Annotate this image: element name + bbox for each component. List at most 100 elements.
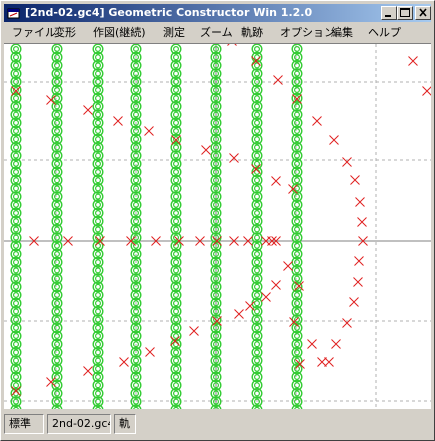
trace-circle <box>294 119 301 126</box>
trace-circle <box>13 119 20 126</box>
menu-file[interactable]: ファイル <box>12 25 56 40</box>
trace-circle <box>173 160 180 167</box>
menu-locus[interactable]: 軌跡 <box>241 25 263 40</box>
trace-circle <box>254 103 261 110</box>
trace-circle <box>173 365 180 372</box>
app-window: [2nd-02.gc4] Geometric Constructor Win 1… <box>0 0 435 441</box>
trace-circle <box>13 136 20 143</box>
trace-circle <box>53 300 60 307</box>
trace-circle <box>254 341 261 348</box>
trace-circle <box>173 103 180 110</box>
menu-help[interactable]: ヘルプ <box>368 25 401 40</box>
maximize-button[interactable] <box>397 6 413 20</box>
trace-circle <box>13 193 20 200</box>
trace-circle <box>94 119 101 126</box>
trace-cross <box>329 135 339 145</box>
status-bar: 標準 2nd-02.gc4 軌 <box>4 412 431 438</box>
trace-circle <box>53 193 60 200</box>
trace-circle <box>254 406 260 409</box>
trace-circle <box>173 259 180 266</box>
trace-circle <box>254 390 261 397</box>
trace-circle <box>173 168 180 175</box>
trace-circle <box>254 185 261 192</box>
trace-cross <box>349 297 359 307</box>
trace-circle <box>173 275 180 282</box>
trace-circle <box>13 308 20 315</box>
trace-circle <box>13 144 20 151</box>
drawing-canvas[interactable] <box>4 43 431 409</box>
trace-cross <box>353 277 363 287</box>
trace-circle <box>53 210 60 217</box>
trace-circle <box>53 259 60 266</box>
trace-circle <box>294 226 301 233</box>
trace-circle <box>294 333 301 340</box>
trace-circle <box>254 119 261 126</box>
trace-circle <box>254 349 261 356</box>
trace-circle <box>254 308 261 315</box>
menu-edit[interactable]: 編集 <box>331 25 353 40</box>
trace-cross <box>83 105 93 115</box>
trace-circle <box>13 45 20 53</box>
trace-circle <box>173 127 180 134</box>
app-icon[interactable] <box>7 6 21 20</box>
trace-circle <box>254 333 261 340</box>
trace-circle <box>173 316 180 323</box>
trace-circle <box>53 275 60 282</box>
trace-circle <box>294 242 301 249</box>
trace-circle <box>173 95 180 102</box>
title-bar[interactable]: [2nd-02.gc4] Geometric Constructor Win 1… <box>4 4 431 22</box>
minimize-button[interactable] <box>381 6 397 20</box>
trace-circle <box>294 259 301 266</box>
trace-cross <box>331 339 341 349</box>
trace-cross <box>234 309 244 319</box>
trace-circle <box>173 251 180 258</box>
menu-zoom[interactable]: ズーム <box>200 25 233 40</box>
trace-cross <box>271 176 281 186</box>
trace-circle <box>173 144 180 151</box>
trace-circle <box>94 308 101 315</box>
trace-circle <box>173 62 180 69</box>
trace-circle <box>173 308 180 315</box>
trace-circle <box>13 95 20 102</box>
menu-transform[interactable]: 変形 <box>54 25 76 40</box>
trace-circle <box>53 218 60 225</box>
trace-circle <box>13 226 20 233</box>
trace-circle <box>294 398 301 405</box>
trace-circle <box>254 226 261 233</box>
trace-circle <box>53 160 60 167</box>
trace-circle <box>94 201 101 208</box>
trace-circle <box>254 267 261 274</box>
trace-circle <box>13 333 20 340</box>
trace-cross <box>342 318 352 328</box>
trace-circle <box>294 136 301 143</box>
menu-construct[interactable]: 作図(継続) <box>93 25 146 40</box>
trace-circle <box>94 275 101 282</box>
trace-circle <box>294 95 301 102</box>
trace-circle <box>53 95 60 102</box>
trace-cross <box>355 197 365 207</box>
trace-circle <box>53 144 60 151</box>
menu-options[interactable]: オプション <box>280 25 335 40</box>
trace-circle <box>294 349 301 356</box>
trace-circle <box>53 283 60 290</box>
trace-circle <box>53 365 60 372</box>
trace-circle <box>294 374 301 381</box>
trace-circle <box>13 300 20 307</box>
trace-cross <box>113 116 123 126</box>
trace-circle <box>13 210 20 217</box>
trace-circle <box>294 152 301 159</box>
menu-measure[interactable]: 測定 <box>163 25 185 40</box>
close-button[interactable] <box>415 6 431 20</box>
trace-circle <box>94 152 101 159</box>
trace-circle <box>13 242 20 249</box>
trace-circle <box>53 292 60 299</box>
trace-circle <box>13 365 20 372</box>
trace-circle <box>173 357 180 364</box>
trace-circle <box>254 283 261 290</box>
trace-circle <box>53 357 60 364</box>
trace-circle <box>13 374 20 381</box>
trace-circle <box>95 406 101 409</box>
status-track: 軌 <box>114 414 136 434</box>
trace-circle <box>294 300 301 307</box>
trace-circle <box>53 119 60 126</box>
